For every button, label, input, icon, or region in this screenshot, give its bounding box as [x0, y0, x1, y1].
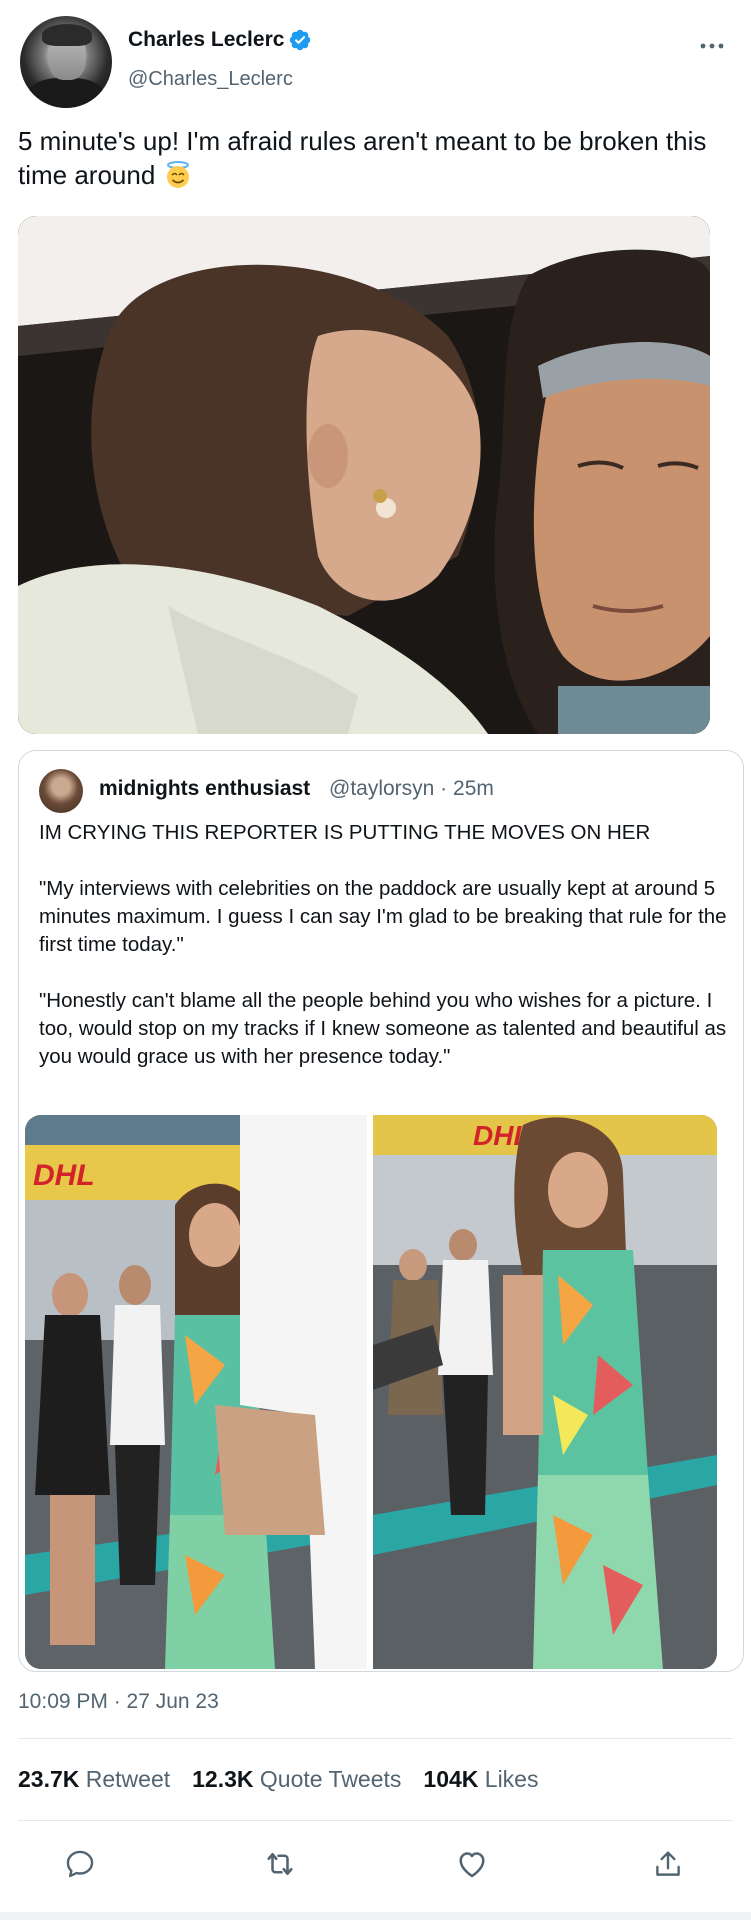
- like-icon[interactable]: [450, 1842, 494, 1886]
- likes-stat[interactable]: 104K Likes: [423, 1766, 538, 1793]
- quoted-author-avatar[interactable]: [39, 769, 83, 813]
- share-icon[interactable]: [646, 1842, 690, 1886]
- quote-tweets-label: Quote Tweets: [259, 1766, 402, 1792]
- quoted-author-name[interactable]: midnights enthusiast: [99, 777, 310, 801]
- retweets-count: 23.7K: [18, 1766, 80, 1792]
- tweet-action-bar: [0, 1842, 751, 1892]
- retweet-icon[interactable]: [258, 1842, 302, 1886]
- tweet-text-content: 5 minute's up! I'm afraid rules aren't m…: [18, 126, 707, 190]
- divider: [18, 1738, 733, 1739]
- author-avatar[interactable]: [20, 16, 112, 108]
- bottom-separator: [0, 1912, 751, 1920]
- author-display-name[interactable]: Charles Leclerc: [128, 28, 312, 52]
- quoted-author-handle[interactable]: @taylorsyn · 25m: [329, 777, 494, 801]
- likes-count: 104K: [423, 1766, 479, 1792]
- quote-tweets-count: 12.3K: [192, 1766, 254, 1792]
- smiling-face-with-halo-icon: [163, 160, 193, 190]
- author-handle[interactable]: @Charles_Leclerc: [128, 68, 293, 91]
- quoted-tweet-text: IM CRYING THIS REPORTER IS PUTTING THE M…: [39, 821, 727, 1068]
- tweet-photo[interactable]: [18, 216, 710, 734]
- tweet-stats: 23.7K Retweet 12.3K Quote Tweets 104K Li…: [18, 1766, 538, 1793]
- tweet-timestamp[interactable]: 10:09 PM · 27 Jun 23: [18, 1690, 219, 1714]
- author-name-text: Charles Leclerc: [128, 28, 285, 51]
- more-options-icon[interactable]: [699, 30, 725, 56]
- quoted-tweet[interactable]: midnights enthusiast @taylorsyn · 25m IM…: [18, 750, 744, 1672]
- tweet-text: 5 minute's up! I'm afraid rules aren't m…: [18, 124, 738, 192]
- quote-tweets-stat[interactable]: 12.3K Quote Tweets: [192, 1766, 401, 1793]
- retweets-stat[interactable]: 23.7K Retweet: [18, 1766, 170, 1793]
- divider: [18, 1820, 733, 1821]
- retweets-label: Retweet: [85, 1766, 171, 1792]
- quoted-photo-2[interactable]: DHL: [373, 1115, 717, 1669]
- verified-badge-icon: [288, 28, 312, 52]
- likes-label: Likes: [484, 1766, 539, 1792]
- tweet: Charles Leclerc @Charles_Leclerc 5 minut…: [0, 0, 751, 1920]
- reply-icon[interactable]: [58, 1842, 102, 1886]
- quoted-photo-1[interactable]: DHL: [25, 1115, 367, 1669]
- svg-text:DHL: DHL: [33, 1159, 95, 1192]
